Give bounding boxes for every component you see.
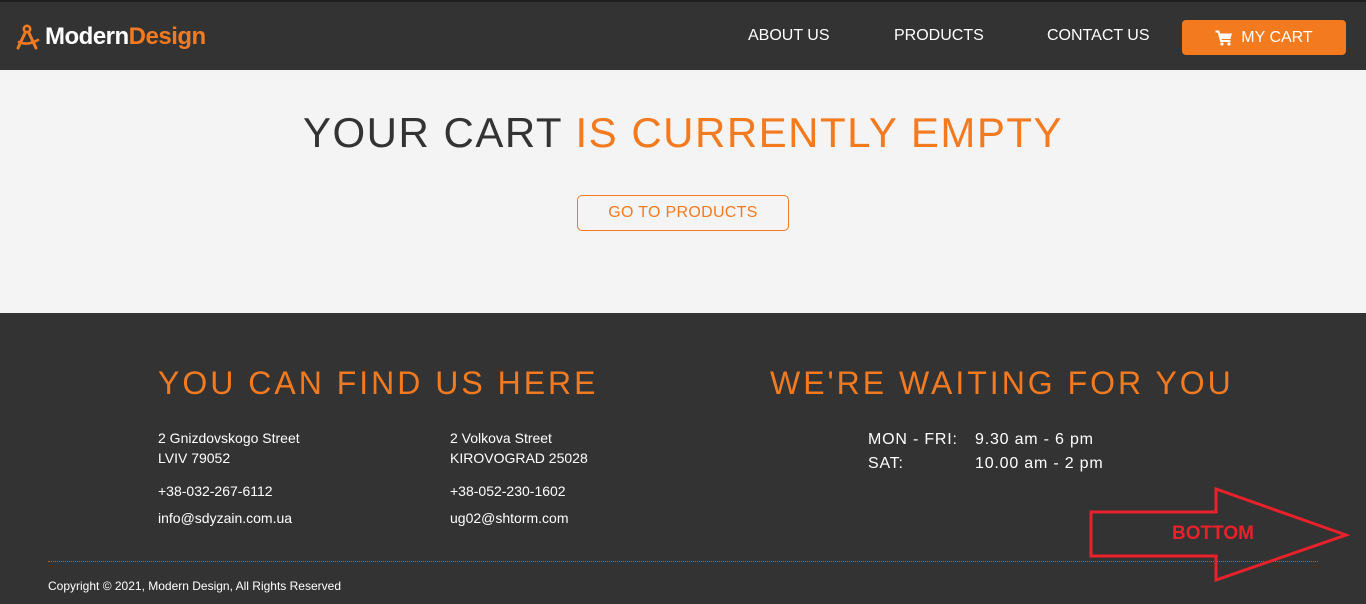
copyright-text: Copyright © 2021, Modern Design, All Rig… bbox=[48, 579, 341, 593]
cart-main: YOUR CART IS CURRENTLY EMPTY GO TO PRODU… bbox=[0, 70, 1366, 313]
heading-accent-part: IS CURRENTLY EMPTY bbox=[575, 109, 1064, 156]
my-cart-button[interactable]: MY CART bbox=[1182, 20, 1346, 55]
hours-weekday-time: 9.30 am - 6 pm bbox=[975, 431, 1094, 448]
logo[interactable]: ModernDesign bbox=[14, 22, 206, 52]
logo-word-modern: Modern bbox=[45, 23, 129, 50]
shopping-cart-icon bbox=[1215, 30, 1233, 46]
go-to-products-button[interactable]: GO TO PRODUCTS bbox=[577, 195, 789, 231]
heading-dark-part: YOUR CART bbox=[302, 109, 576, 156]
address-1-street: 2 Gnizdovskogo Street bbox=[158, 430, 300, 446]
site-header: ModernDesign ABOUT US PRODUCTS CONTACT U… bbox=[0, 0, 1366, 70]
bottom-annotation: BOTTOM bbox=[1088, 486, 1350, 584]
address-2-city: KIROVOGRAD 25028 bbox=[450, 450, 588, 466]
bottom-annotation-label: BOTTOM bbox=[1172, 523, 1254, 544]
logo-word-design: Design bbox=[128, 23, 207, 50]
drafting-compass-icon bbox=[16, 24, 40, 50]
waiting-title: WE'RE WAITING FOR YOU bbox=[770, 365, 1234, 401]
find-us-title: YOU CAN FIND US HERE bbox=[158, 365, 599, 401]
address-1-phone[interactable]: +38-032-267-6112 bbox=[158, 481, 273, 501]
nav-contact-us[interactable]: CONTACT US bbox=[1047, 26, 1150, 46]
logo-text: ModernDesign bbox=[45, 22, 206, 52]
hours-saturday-time: 10.00 am - 2 pm bbox=[975, 455, 1104, 472]
nav-products[interactable]: PRODUCTS bbox=[894, 26, 984, 46]
address-1-city: LVIV 79052 bbox=[158, 450, 231, 466]
address-1-email[interactable]: info@sdyzain.com.ua bbox=[158, 508, 292, 528]
hours-weekday-label: MON - FRI: bbox=[868, 431, 958, 448]
my-cart-label: MY CART bbox=[1241, 28, 1313, 46]
address-2-phone[interactable]: +38-052-230-1602 bbox=[450, 481, 566, 501]
address-2-street: 2 Volkova Street bbox=[450, 430, 552, 446]
empty-cart-heading: YOUR CART IS CURRENTLY EMPTY bbox=[0, 108, 1366, 158]
hours-saturday-label: SAT: bbox=[868, 455, 904, 472]
address-2-email[interactable]: ug02@shtorm.com bbox=[450, 508, 568, 528]
nav-about-us[interactable]: ABOUT US bbox=[748, 26, 830, 46]
